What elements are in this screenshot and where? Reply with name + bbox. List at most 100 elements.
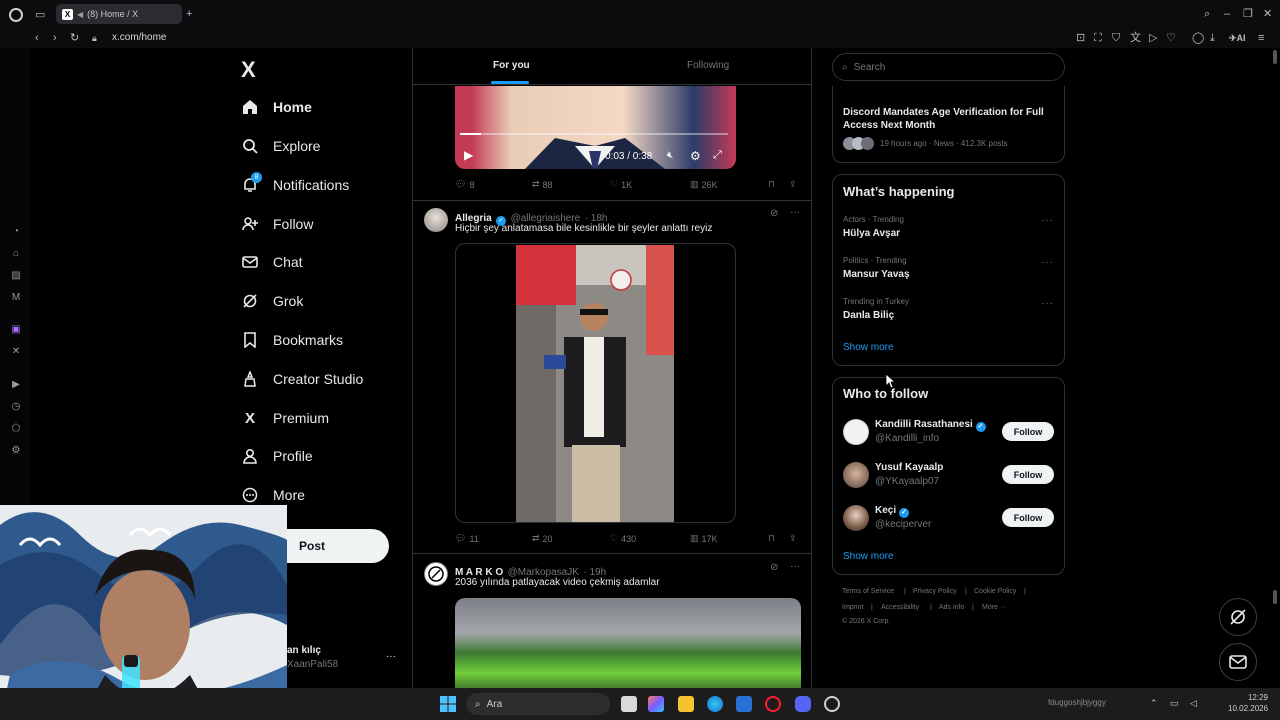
fullscreen-icon[interactable]: ⤢ — [713, 149, 722, 162]
menu-icon[interactable]: ≡ — [1258, 32, 1264, 44]
show-more-link[interactable]: Show more — [843, 551, 894, 562]
discord-icon[interactable] — [795, 696, 811, 712]
tweet-video[interactable] — [455, 598, 801, 688]
sidebar-twitch-icon[interactable]: ▣ — [10, 324, 22, 336]
settings-icon[interactable]: ⚙ — [690, 149, 701, 163]
speaker-icon[interactable]: ◀ — [77, 10, 83, 19]
like-button[interactable]: ♡ 430 — [610, 533, 636, 544]
repost-button[interactable]: ⇄ 20 — [532, 533, 553, 544]
page-scrollbar-thumb[interactable] — [1273, 590, 1277, 604]
nav-home[interactable]: Home — [241, 93, 312, 121]
follow-button[interactable]: Follow — [1002, 508, 1054, 527]
new-tab-button[interactable]: + — [186, 8, 192, 20]
account-handle[interactable]: XaanPali58 — [287, 659, 338, 670]
nav-explore[interactable]: Explore — [241, 132, 320, 160]
nav-grok[interactable]: Grok — [241, 287, 303, 315]
avatar[interactable] — [843, 419, 869, 445]
tweet-more-icon[interactable]: ··· — [790, 207, 800, 218]
download-icon[interactable]: ⤓ — [1210, 32, 1215, 44]
lock-icon[interactable]: 🔒︎ — [92, 32, 97, 44]
clock-time[interactable]: 12:29 — [1228, 693, 1268, 702]
user-name-row[interactable]: Keçi ✓ — [875, 505, 909, 518]
grok-float-button[interactable] — [1219, 598, 1257, 636]
sidebar-x-icon[interactable]: ✕ — [10, 346, 22, 358]
footer-link[interactable]: Ads info — [939, 604, 964, 611]
workspaces-icon[interactable]: ▭ — [35, 9, 45, 21]
avatar[interactable] — [424, 562, 448, 586]
trend-name[interactable]: Mansur Yavaş — [843, 269, 910, 280]
sidebar-extensions-icon[interactable]: ⬠ — [10, 423, 22, 435]
show-more-link[interactable]: Show more — [843, 342, 894, 353]
network-icon[interactable]: ▭ — [1170, 698, 1179, 709]
views-button[interactable]: ▥ 26K — [690, 179, 718, 190]
heart-icon[interactable]: ♡ — [1166, 32, 1176, 44]
clock-date[interactable]: 10.02.2026 — [1228, 704, 1268, 713]
opera-logo-icon[interactable] — [9, 8, 23, 22]
taskbar-search-input[interactable]: ⌕ Ara — [466, 693, 610, 715]
ai-button[interactable]: ✈AI — [1229, 32, 1246, 44]
nav-creator-studio[interactable]: Creator Studio — [241, 365, 363, 393]
nav-profile[interactable]: Profile — [241, 442, 313, 470]
bookmark-page-icon[interactable]: ⊡ — [1076, 32, 1085, 44]
grok-explain-icon[interactable]: ⊘ — [770, 562, 778, 573]
follow-button[interactable]: Follow — [1002, 422, 1054, 441]
sidebar-player-icon[interactable]: ▶ — [10, 379, 22, 391]
messages-float-button[interactable] — [1219, 643, 1257, 681]
sidebar-m-icon[interactable]: M — [10, 292, 22, 304]
nav-chat[interactable]: Chat — [241, 248, 303, 276]
video-progress-track[interactable] — [460, 133, 728, 135]
user-name-row[interactable]: Kandilli Rasathanesi ✓ — [875, 419, 986, 432]
grok-explain-icon[interactable]: ⊘ — [770, 208, 778, 219]
sidebar-pinboard-icon[interactable]: ▨ — [10, 270, 22, 282]
trend-name[interactable]: Hülya Avşar — [843, 228, 900, 239]
x-logo[interactable]: X — [241, 57, 256, 83]
nav-premium[interactable]: X Premium — [241, 404, 329, 432]
user-handle[interactable]: @Kandilli_info — [875, 433, 939, 444]
like-button[interactable]: ♡ 1K — [610, 179, 632, 190]
bookmark-button[interactable]: ⊓ — [768, 179, 775, 190]
tweet-video[interactable]: ▶ 0:03 / 0:38 🔇︎ ⚙ ⤢ — [455, 86, 736, 169]
trend-more-icon[interactable]: ··· — [1041, 257, 1054, 268]
file-explorer-icon[interactable] — [678, 696, 694, 712]
footer-link[interactable]: Accessibility — [881, 604, 919, 611]
sidebar-settings-icon[interactable]: ⚙ — [10, 445, 22, 457]
page-scrollbar[interactable] — [1273, 50, 1277, 64]
snapshot-icon[interactable]: ⛶ — [1094, 32, 1102, 44]
bookmark-button[interactable]: ⊓ — [768, 533, 775, 544]
reply-button[interactable]: 💬︎ 11 — [455, 533, 479, 544]
tab-following[interactable]: Following — [687, 60, 729, 71]
user-handle[interactable]: @YKayaalp07 — [875, 476, 939, 487]
task-view-icon[interactable] — [621, 696, 637, 712]
share-button[interactable]: ⇪ — [789, 533, 797, 544]
account-name[interactable]: an kılıç — [287, 645, 321, 656]
opera-taskbar-icon[interactable] — [765, 696, 781, 712]
mute-icon[interactable]: 🔇︎ — [667, 150, 673, 161]
adblock-icon[interactable]: ⛉ — [1112, 32, 1120, 44]
browser-tab-x-home[interactable]: X ◀ (8) Home / X — [56, 4, 182, 24]
store-icon[interactable] — [736, 696, 752, 712]
back-icon[interactable]: ‹ — [35, 32, 39, 44]
follow-button[interactable]: Follow — [1002, 465, 1054, 484]
trend-name[interactable]: Danla Biliç — [843, 310, 894, 321]
trend-more-icon[interactable]: ··· — [1041, 298, 1054, 309]
tweet-video[interactable] — [455, 243, 736, 523]
forward-icon[interactable]: › — [53, 32, 57, 44]
footer-link[interactable]: Terms of Service — [842, 588, 894, 595]
share-button[interactable]: ⇪ — [789, 179, 797, 190]
sidebar-aria-icon[interactable]: ◔ — [10, 226, 22, 238]
footer-link[interactable]: Cookie Policy — [974, 588, 1016, 595]
nav-notifications[interactable]: 8 Notifications — [241, 171, 349, 199]
tweet-more-icon[interactable]: ··· — [790, 561, 800, 572]
tab-for-you[interactable]: For you — [493, 60, 530, 71]
avatar[interactable] — [424, 208, 448, 232]
url-field[interactable]: x.com/home — [112, 32, 166, 43]
account-more-icon[interactable]: ··· — [386, 651, 396, 662]
minimize-icon[interactable]: – — [1224, 8, 1230, 20]
copilot-icon[interactable] — [648, 696, 664, 712]
views-button[interactable]: ▥ 17K — [690, 533, 718, 544]
footer-link[interactable]: Imprint — [842, 604, 863, 611]
avatar[interactable] — [843, 505, 869, 531]
sidebar-crypto-icon[interactable]: ⌂ — [10, 248, 22, 260]
steam-icon[interactable] — [824, 696, 840, 712]
search-tabs-icon[interactable]: ⌕ — [1204, 8, 1210, 20]
